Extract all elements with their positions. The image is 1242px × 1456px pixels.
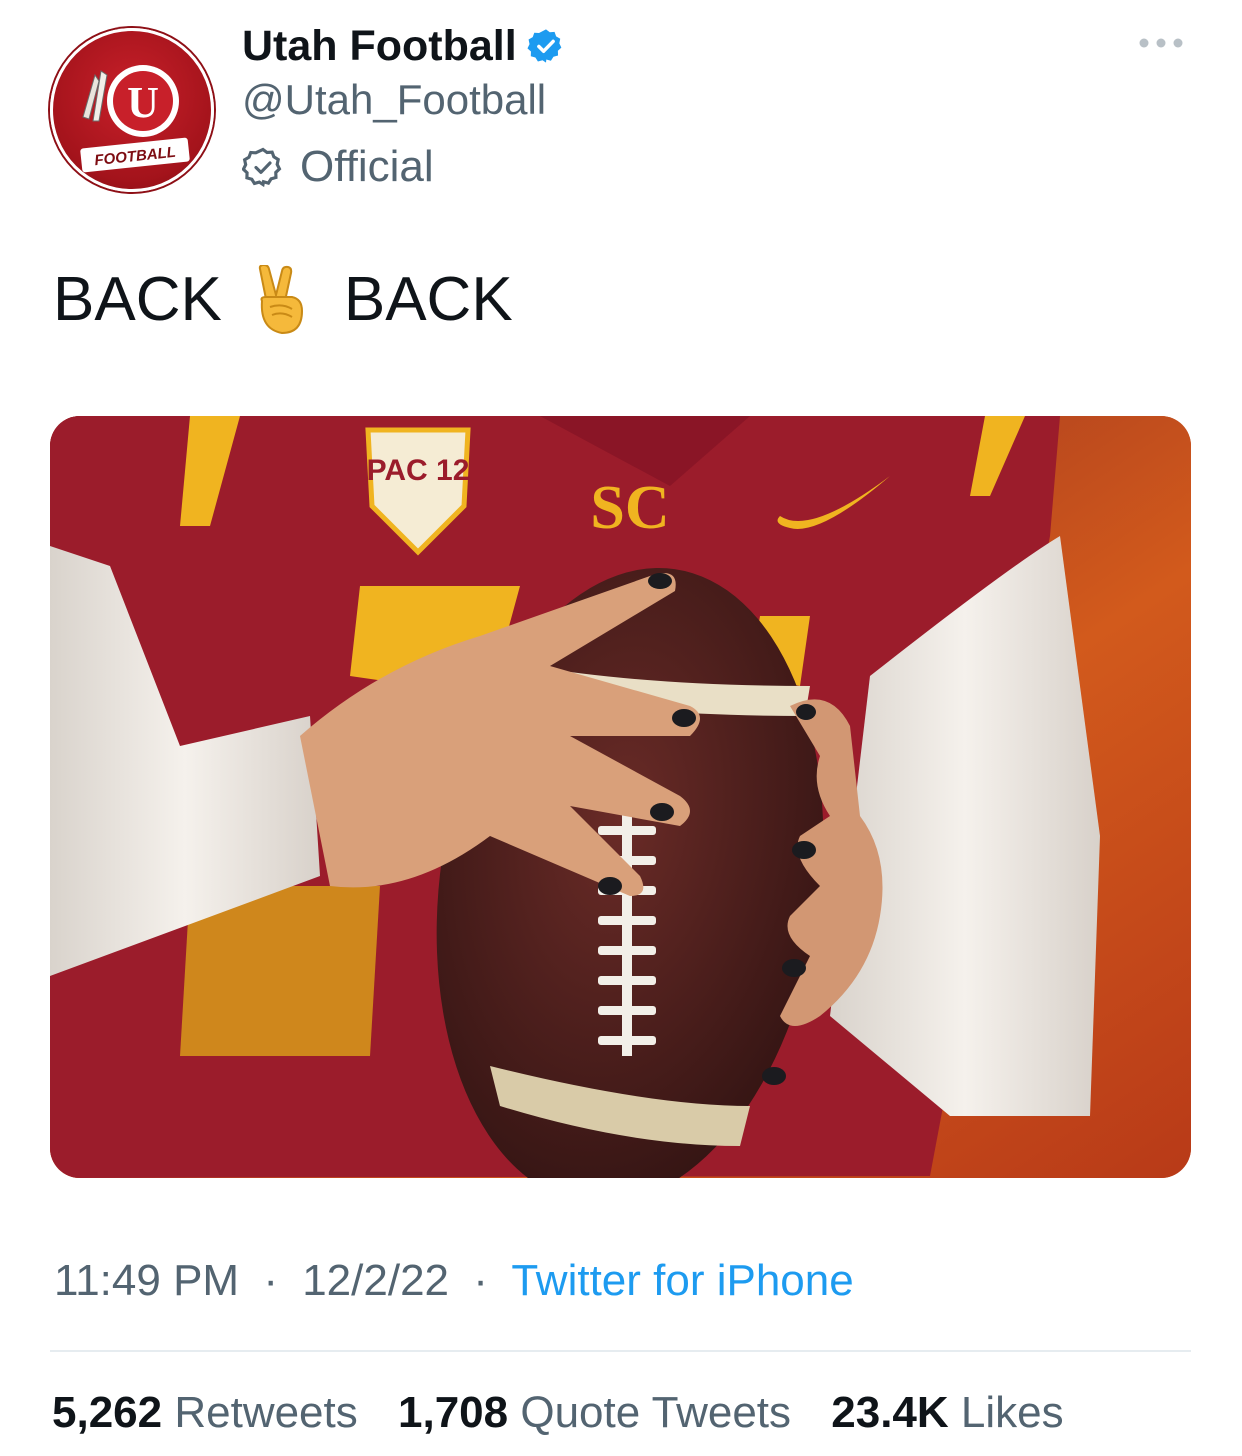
- retweets-label: Retweets: [174, 1388, 358, 1437]
- avatar[interactable]: U FOOTBALL: [50, 28, 214, 192]
- tweet-timestamp-line: 11:49 PM · 12/2/22 · Twitter for iPhone: [54, 1256, 854, 1306]
- tweet-stats: 5,262 Retweets 1,708 Quote Tweets 23.4K …: [52, 1388, 1092, 1438]
- tweet-text-first: BACK: [53, 265, 222, 334]
- likes-label: Likes: [960, 1388, 1064, 1437]
- tweet-source-link[interactable]: Twitter for iPhone: [511, 1256, 853, 1305]
- tweet-media-image[interactable]: PAC 12 SC: [50, 416, 1191, 1178]
- usc-quarterback-photo: PAC 12 SC: [50, 416, 1191, 1178]
- quote-tweets-stat[interactable]: 1,708 Quote Tweets: [398, 1388, 791, 1437]
- user-handle[interactable]: @Utah_Football: [242, 76, 546, 124]
- avatar-letter: U: [127, 78, 159, 127]
- victory-hand-icon: [258, 264, 303, 334]
- meta-separator: ·: [473, 1256, 488, 1305]
- tweet-text-second: BACK: [343, 265, 513, 334]
- official-badge-icon: [242, 147, 282, 188]
- official-label: Official: [300, 142, 434, 191]
- display-name[interactable]: Utah Football: [242, 22, 517, 71]
- tweet-card[interactable]: U FOOTBALL Utah Football @Utah_Football …: [0, 0, 1242, 1456]
- pac12-patch-label: PAC 12: [367, 454, 470, 487]
- retweets-stat[interactable]: 5,262 Retweets: [52, 1388, 358, 1437]
- meta-separator: ·: [263, 1256, 278, 1305]
- sc-logo-label: SC: [590, 474, 669, 542]
- tweet-text: BACK BACK: [53, 264, 513, 335]
- likes-count: 23.4K: [831, 1388, 949, 1437]
- name-row[interactable]: Utah Football: [242, 18, 565, 74]
- quote-tweets-label: Quote Tweets: [520, 1388, 792, 1437]
- retweets-count: 5,262: [52, 1388, 163, 1437]
- tweet-time[interactable]: 11:49 PM: [54, 1256, 239, 1305]
- quote-tweets-count: 1,708: [398, 1388, 509, 1437]
- likes-stat[interactable]: 23.4K Likes: [831, 1388, 1063, 1437]
- more-options-icon[interactable]: [1136, 30, 1186, 56]
- utah-logo-icon: U FOOTBALL: [80, 65, 190, 173]
- divider: [50, 1350, 1191, 1352]
- tweet-date[interactable]: 12/2/22: [302, 1256, 449, 1305]
- official-label-row: Official: [242, 142, 434, 192]
- verified-badge-icon: [527, 29, 562, 63]
